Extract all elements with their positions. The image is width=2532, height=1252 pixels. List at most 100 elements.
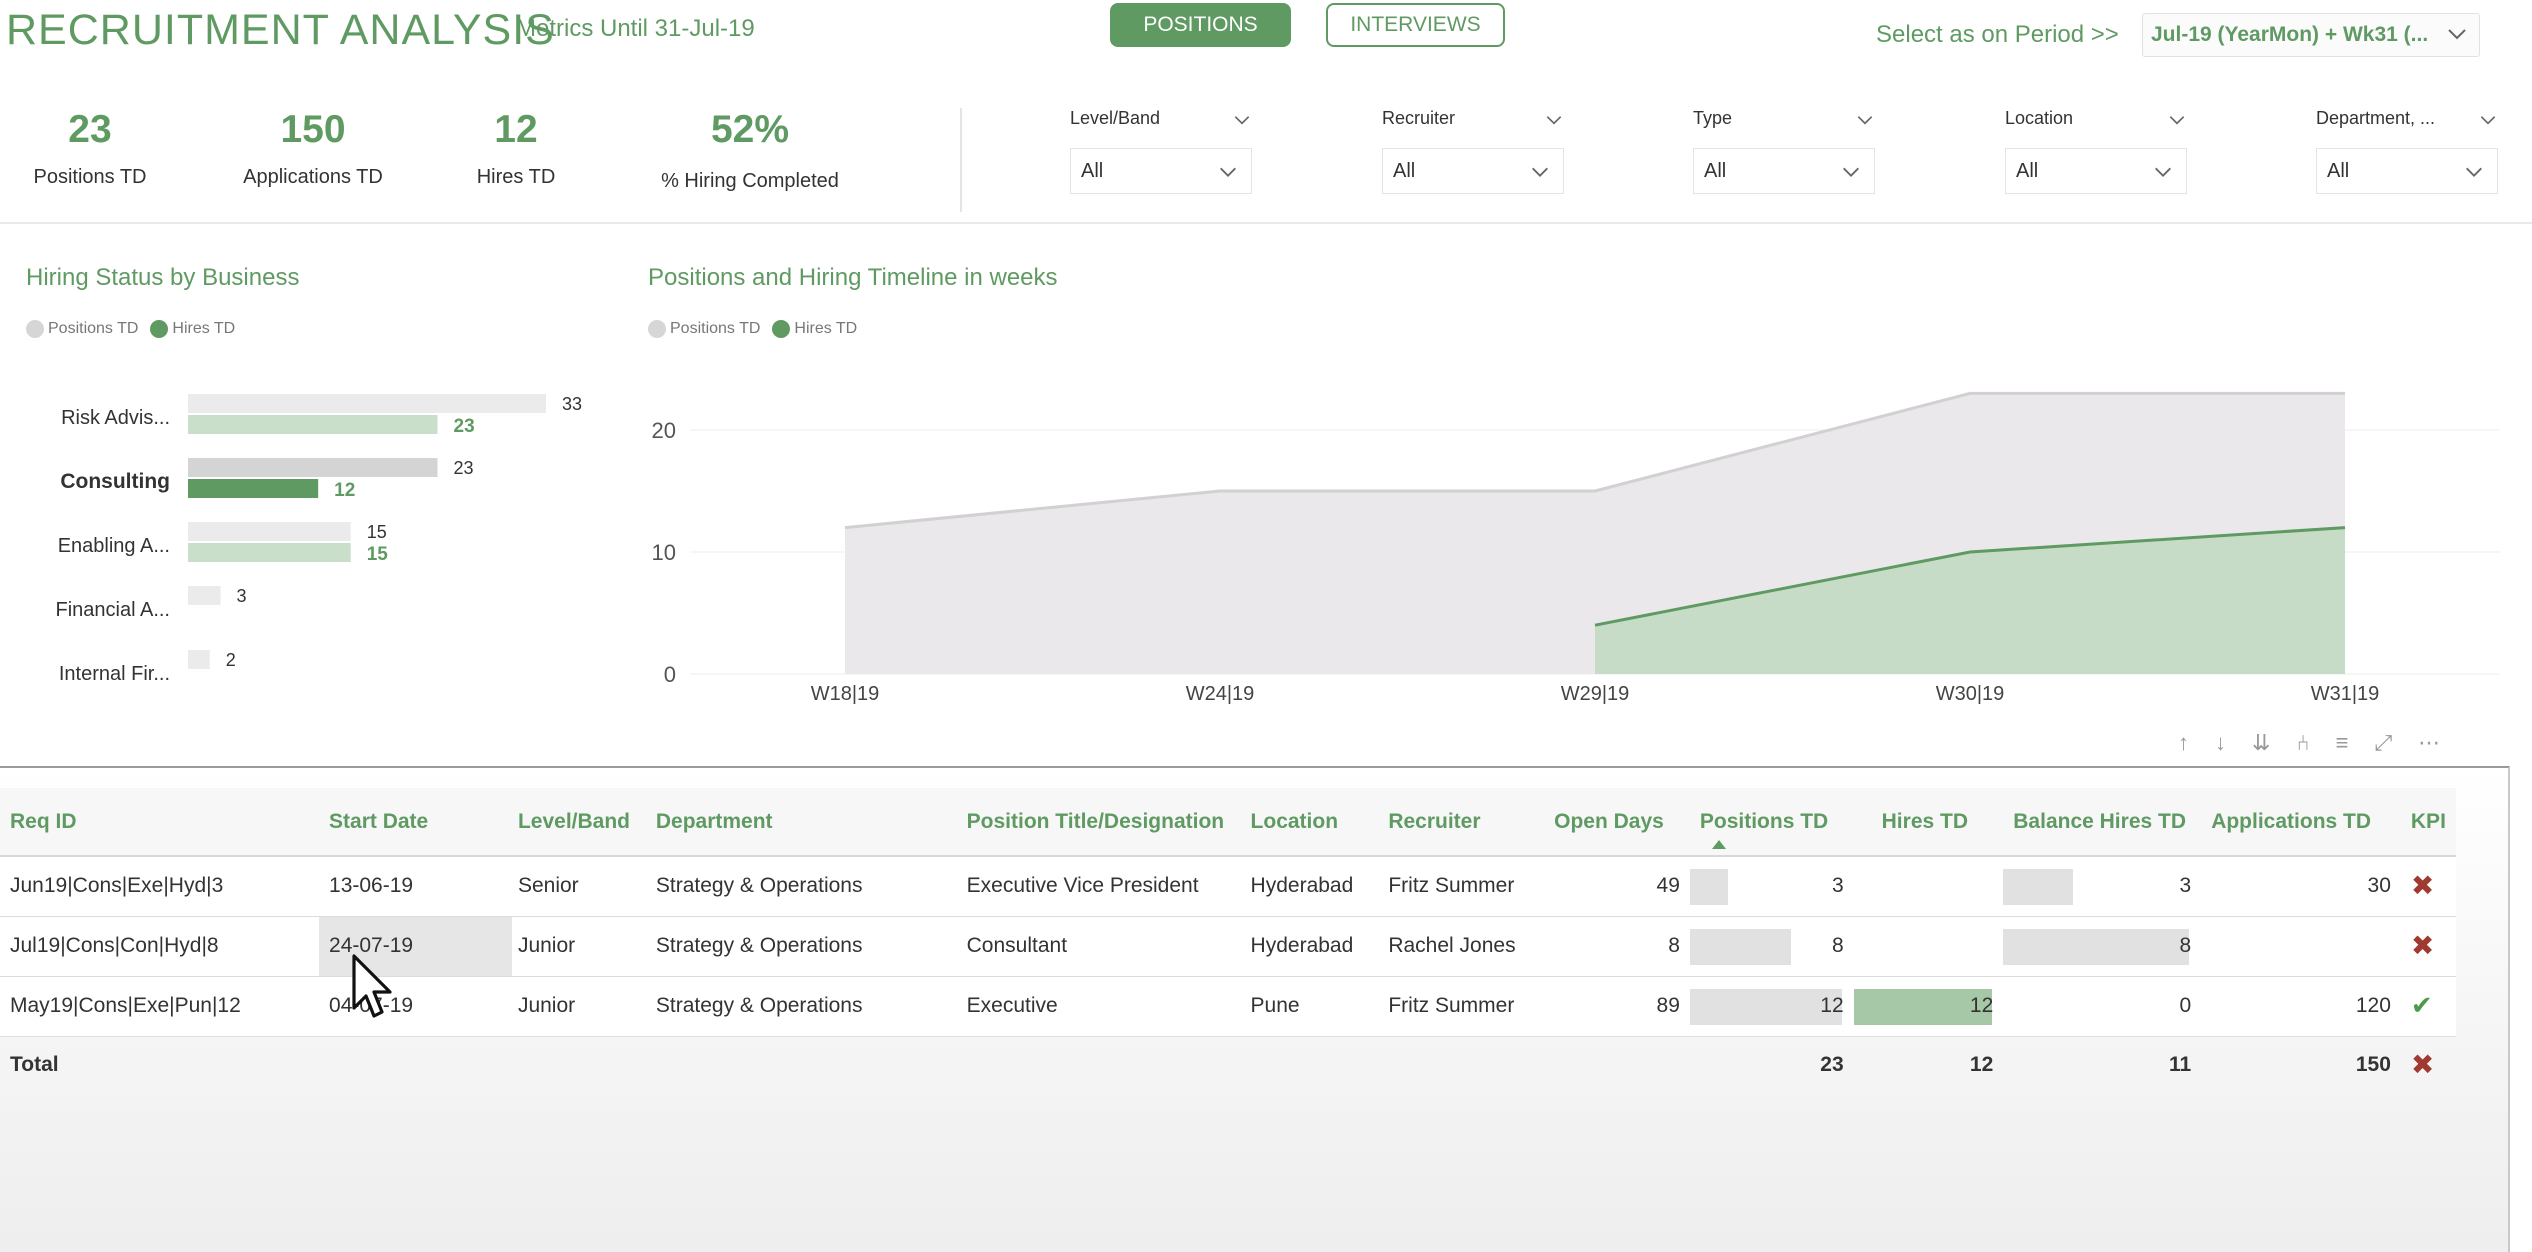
report-page: RECRUITMENT ANALYSIS Metrics Until 31-Ju… [0, 0, 2532, 1252]
col-kpi[interactable]: KPI [2400, 788, 2456, 857]
col-start-date[interactable]: Start Date [319, 788, 512, 857]
positions-bar [188, 458, 438, 477]
positions-value: 8 [1831, 934, 1844, 957]
kpi-label: % Hiring Completed [661, 170, 839, 192]
col-positions-td[interactable]: Positions TD [1689, 788, 1854, 857]
positions-value-label: 15 [367, 522, 387, 542]
col-position-title[interactable]: Position Title/Designation [956, 788, 1241, 857]
positions-value: 12 [1820, 994, 1844, 1017]
expand-hierarchy-icon[interactable]: ⑃ [2296, 730, 2309, 756]
cell-recruiter: Fritz Summer [1378, 976, 1541, 1037]
col-department[interactable]: Department [645, 788, 957, 857]
area-chart-title: Positions and Hiring Timeline in weeks [648, 264, 1058, 291]
cell-location: Hyderabad [1240, 856, 1379, 917]
sort-ascending-icon [1711, 840, 1726, 849]
expand-all-down-icon[interactable]: ⇊ [2252, 730, 2270, 756]
category-label: Risk Advis... [61, 407, 170, 429]
cell-kpi: ✖ [2400, 916, 2456, 977]
balance-value: 8 [2179, 934, 2192, 957]
filter-department: Department, ... All [2316, 108, 2498, 194]
cell-recruiter: Fritz Summer [1378, 856, 1541, 917]
col-balance-hires-td[interactable]: Balance Hires TD [2003, 788, 2202, 857]
slicer-label: Recruiter [1382, 108, 1456, 128]
col-recruiter[interactable]: Recruiter [1378, 788, 1541, 857]
slicer-label: Department, ... [2316, 108, 2436, 128]
category-label: Internal Fir... [59, 663, 170, 685]
balance-value: 3 [2179, 874, 2192, 898]
slicer-header[interactable]: Type [1693, 108, 1875, 134]
y-tick-label: 0 [664, 662, 676, 687]
positions-value-label: 2 [226, 650, 236, 670]
empty-cell [957, 1036, 1241, 1094]
table-total-row: Total 23 12 11 150 ✖ [0, 1036, 2456, 1094]
x-tick-label: W29|19 [1561, 683, 1630, 705]
positions-hiring-timeline-chart: 0 10 20 W18|19 W24|19 W29|19 W30|19 W31|19 [652, 391, 2500, 705]
page-title: RECRUITMENT ANALYSIS [6, 6, 555, 54]
cell-start-date: 04-07-19 [319, 976, 512, 1037]
focus-mode-icon[interactable]: ⤢ [2374, 730, 2392, 756]
slicer-dropdown[interactable]: All [1070, 148, 1252, 194]
kpi-positions-td: 23 Positions TD [30, 108, 150, 189]
chevron-down-icon [2466, 167, 2482, 177]
cell-location: Hyderabad [1240, 916, 1379, 977]
slicer-header[interactable]: Recruiter [1382, 108, 1564, 134]
bar-chart-title: Hiring Status by Business [26, 264, 300, 291]
kpi-applications-td: 150 Applications TD [230, 108, 396, 189]
cell-start-date: 13-06-19 [319, 856, 512, 917]
empty-cell [1241, 1036, 1379, 1094]
slicer-header[interactable]: Department, ... [2316, 108, 2498, 134]
slicer-dropdown[interactable]: All [1382, 148, 1564, 194]
chevron-down-icon [1843, 167, 1859, 177]
empty-cell [319, 1036, 512, 1094]
kpi-fail-icon: ✖ [2410, 869, 2435, 901]
slicer-dropdown[interactable]: All [2005, 148, 2187, 194]
slicer-dropdown[interactable]: All [1693, 148, 1875, 194]
total-kpi: ✖ [2401, 1036, 2456, 1094]
metrics-until-label: Metrics Until 31-Jul-19 [516, 15, 755, 42]
kpi-fail-icon: ✖ [2410, 1048, 2435, 1080]
table-row[interactable]: Jun19|Cons|Exe|Hyd|3 13-06-19 Senior Str… [0, 856, 2456, 917]
cell-hires-td [1853, 916, 2004, 977]
col-level-band[interactable]: Level/Band [511, 788, 646, 857]
chevron-down-icon [1532, 167, 1548, 177]
mouse-cursor-icon [352, 954, 392, 1018]
slicer-value: All [2016, 159, 2039, 182]
kpi-label: Hires TD [476, 166, 556, 188]
y-tick-label: 10 [652, 540, 676, 565]
drill-down-icon[interactable]: ↓ [2215, 730, 2226, 756]
x-tick-label: W30|19 [1936, 683, 2005, 705]
col-hires-td[interactable]: Hires TD [1853, 788, 2004, 857]
drill-up-icon[interactable]: ↑ [2178, 730, 2189, 756]
col-open-days[interactable]: Open Days [1540, 788, 1690, 857]
filter-recruiter: Recruiter All [1382, 108, 1564, 194]
period-dropdown[interactable]: Jul-19 (YearMon) + Wk31 (... [2142, 13, 2480, 57]
col-applications-td[interactable]: Applications TD [2201, 788, 2401, 857]
positions-value-label: 33 [562, 394, 582, 414]
filter-type: Type All [1693, 108, 1875, 194]
cell-open-days: 8 [1540, 916, 1690, 977]
more-options-icon[interactable]: ⋯ [2418, 730, 2440, 756]
cell-balance-hires-td: 8 [2003, 916, 2202, 977]
hires-value-label: 12 [334, 480, 355, 501]
cell-positions-td: 3 [1689, 856, 1854, 917]
positions-databar [1689, 869, 1728, 905]
positions-bar [188, 586, 221, 605]
col-req-id[interactable]: Req ID [0, 788, 320, 857]
bar-chart-legend: Positions TD Hires TD [26, 320, 235, 338]
filter-icon[interactable]: ≡ [2336, 730, 2349, 756]
cell-hires-td: 12 [1853, 976, 2004, 1037]
tab-positions[interactable]: POSITIONS [1110, 3, 1291, 47]
slicer-dropdown[interactable]: All [2316, 148, 2498, 194]
empty-cell [512, 1036, 646, 1094]
legend-positions-label: Positions TD [670, 320, 761, 337]
tab-interviews[interactable]: INTERVIEWS [1326, 3, 1505, 47]
hires-value: 12 [1969, 994, 1994, 1017]
kpi-fail-icon: ✖ [2410, 929, 2435, 961]
slicer-header[interactable]: Location [2005, 108, 2187, 134]
cell-position-title: Executive [956, 976, 1241, 1037]
slicer-header[interactable]: Level/Band [1070, 108, 1252, 134]
header-divider [0, 222, 2532, 224]
filter-location: Location All [2005, 108, 2187, 194]
kpi-hiring-completed: 52% % Hiring Completed [640, 108, 860, 193]
col-location[interactable]: Location [1240, 788, 1379, 857]
